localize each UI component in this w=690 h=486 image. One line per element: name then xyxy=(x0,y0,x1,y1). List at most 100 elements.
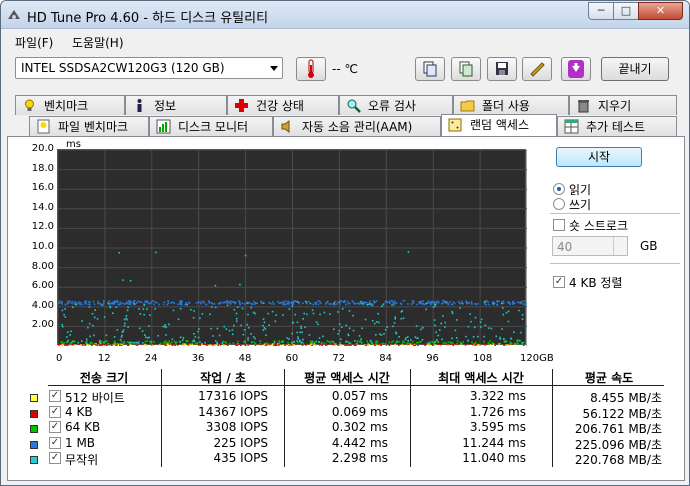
temperature-button[interactable] xyxy=(296,57,326,81)
data-point xyxy=(118,251,120,254)
data-point xyxy=(327,340,330,343)
data-point xyxy=(492,301,494,303)
data-point xyxy=(292,321,294,324)
write-radio[interactable] xyxy=(553,198,565,210)
y-tick-label: 8.00 xyxy=(31,260,54,272)
data-point xyxy=(251,341,253,344)
data-point xyxy=(235,344,237,347)
data-point xyxy=(170,341,173,343)
data-point xyxy=(322,335,324,338)
tab-random-access[interactable]: 랜덤 액세스 xyxy=(441,114,557,136)
minimize-button[interactable]: ─ xyxy=(588,2,614,20)
data-point xyxy=(127,344,130,347)
data-point xyxy=(410,303,413,305)
tab-health[interactable]: 건강 상태 xyxy=(227,95,339,115)
dice-icon xyxy=(448,118,462,132)
tab-disk-monitor[interactable]: 디스크 모니터 xyxy=(149,116,273,136)
data-point xyxy=(321,344,323,346)
tab-info[interactable]: 정보 xyxy=(125,95,227,115)
tab-error-scan[interactable]: 오류 검사 xyxy=(339,95,453,115)
series-checkbox[interactable]: ✓ xyxy=(49,436,61,449)
data-point xyxy=(123,318,126,321)
data-point xyxy=(235,343,237,345)
data-point xyxy=(228,301,231,304)
data-point xyxy=(308,334,311,336)
data-point xyxy=(96,344,98,347)
save-button[interactable] xyxy=(487,57,517,81)
data-point xyxy=(485,303,488,306)
data-point xyxy=(126,318,128,321)
short-stroke-checkbox[interactable] xyxy=(553,219,565,231)
column-header: 최대 액세스 시간 xyxy=(438,371,524,385)
data-point xyxy=(400,317,403,320)
data-point xyxy=(354,340,356,342)
data-point xyxy=(451,310,453,313)
copy-screenshot-button[interactable] xyxy=(451,57,481,81)
data-point xyxy=(401,344,404,346)
data-point xyxy=(382,303,385,306)
data-point xyxy=(66,303,68,305)
tab-aam[interactable]: 자동 소음 관리(AAM) xyxy=(273,116,441,136)
data-point xyxy=(452,344,454,347)
data-point xyxy=(484,344,487,346)
data-point xyxy=(299,331,301,333)
avg-speed-value: 56.122 MB/초 xyxy=(582,406,662,421)
tab-extra-tests[interactable]: 추가 테스트 xyxy=(557,116,677,136)
tab-benchmark[interactable]: 벤치마크 xyxy=(15,95,125,115)
data-point xyxy=(393,303,396,306)
data-point xyxy=(319,300,321,303)
align-4kb-checkbox[interactable]: ✓ xyxy=(553,276,565,288)
data-point xyxy=(88,306,91,308)
maximize-button[interactable]: □ xyxy=(613,2,639,20)
data-point xyxy=(406,344,409,347)
data-point xyxy=(492,343,495,345)
data-point xyxy=(144,340,147,343)
data-point xyxy=(194,336,197,338)
exit-button[interactable]: 끝내기 xyxy=(601,57,669,81)
data-point xyxy=(146,308,148,310)
data-point xyxy=(181,344,184,347)
data-point xyxy=(194,342,197,345)
close-button[interactable]: ✕ xyxy=(638,2,683,20)
tab-folder-usage[interactable]: 폴더 사용 xyxy=(453,95,569,115)
data-point xyxy=(77,341,79,344)
data-point xyxy=(402,317,405,319)
series-checkbox[interactable]: ✓ xyxy=(49,390,61,402)
series-checkbox[interactable]: ✓ xyxy=(49,452,61,464)
series-color-swatch xyxy=(30,440,38,449)
data-point xyxy=(244,303,246,305)
data-point xyxy=(442,302,444,304)
start-button[interactable]: 시작 xyxy=(556,147,642,167)
tab-erase[interactable]: 지우기 xyxy=(569,95,677,115)
data-point xyxy=(296,331,298,334)
tab-file-benchmark[interactable]: 파일 벤치마크 xyxy=(29,116,149,136)
download-button[interactable] xyxy=(561,57,591,81)
data-point xyxy=(196,342,199,344)
data-point xyxy=(389,343,391,346)
data-point xyxy=(226,302,229,304)
drive-select[interactable]: INTEL SSDSA2CW120G3 (120 GB) xyxy=(15,57,283,79)
copy-info-button[interactable] xyxy=(415,57,445,81)
options-button[interactable] xyxy=(522,57,552,81)
data-point xyxy=(407,340,409,342)
read-radio[interactable] xyxy=(553,183,565,195)
series-checkbox[interactable]: ✓ xyxy=(49,405,61,418)
data-point xyxy=(360,300,362,303)
data-point xyxy=(72,340,75,343)
ops-value: 3308 IOPS xyxy=(205,420,268,434)
series-checkbox[interactable]: ✓ xyxy=(49,421,61,433)
short-stroke-stepper[interactable]: 40 xyxy=(552,236,628,256)
data-point xyxy=(201,343,203,345)
data-point xyxy=(140,301,143,304)
data-point xyxy=(337,333,339,335)
data-point xyxy=(216,341,219,344)
data-point xyxy=(197,330,199,333)
menu-file[interactable]: 파일(F) xyxy=(15,34,53,51)
menu-help[interactable]: 도움말(H) xyxy=(72,34,124,51)
data-point xyxy=(116,329,119,331)
stepper-arrows-icon[interactable] xyxy=(613,237,627,255)
data-point xyxy=(80,302,82,304)
data-point xyxy=(494,344,496,347)
data-point xyxy=(393,300,396,302)
data-point xyxy=(331,343,333,346)
